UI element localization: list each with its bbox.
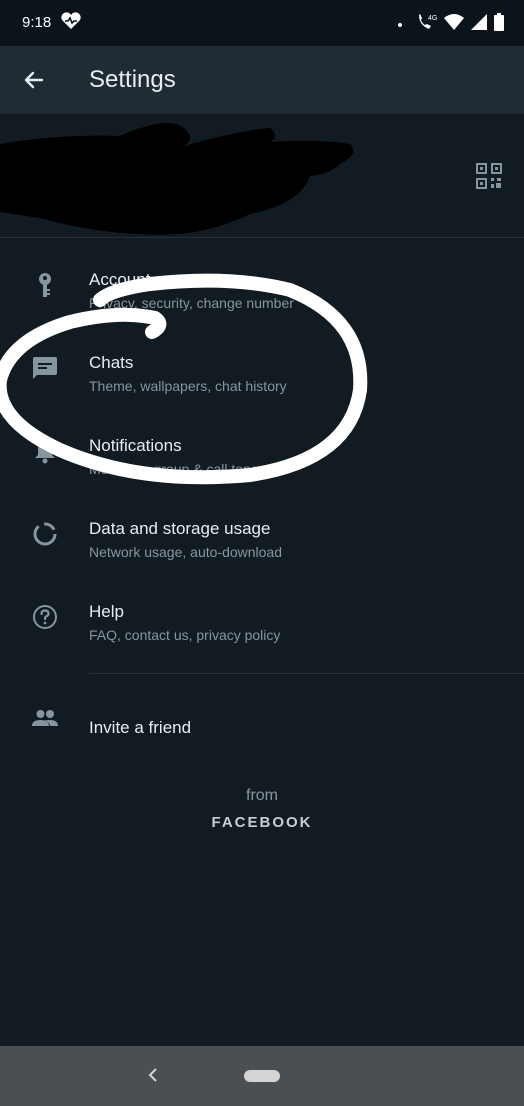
footer-brand-text: FACEBOOK bbox=[211, 814, 313, 831]
nav-back-icon[interactable] bbox=[146, 1064, 160, 1091]
key-icon bbox=[31, 271, 59, 299]
home-pill-button[interactable] bbox=[244, 1070, 280, 1082]
menu-item-label: Notifications bbox=[89, 436, 182, 455]
help-icon bbox=[31, 603, 59, 631]
back-arrow-icon[interactable] bbox=[22, 68, 46, 97]
profile-row[interactable] bbox=[0, 114, 524, 237]
menu-item-account[interactable]: Account Privacy, security, change number bbox=[0, 249, 524, 332]
status-bar: 9:18 4G bbox=[0, 0, 524, 46]
profile-divider bbox=[0, 237, 524, 238]
chat-icon bbox=[31, 354, 59, 382]
footer-from-text: from bbox=[246, 787, 278, 804]
menu-item-subtitle: Privacy, security, change number bbox=[89, 295, 294, 311]
notification-dot-icon bbox=[398, 22, 402, 27]
menu-item-notifications[interactable]: Notifications Message, group & call tone… bbox=[0, 415, 524, 498]
menu-item-label: Data and storage usage bbox=[89, 519, 271, 538]
call-4g-icon: 4G bbox=[416, 12, 438, 37]
menu-item-help[interactable]: Help FAQ, contact us, privacy policy bbox=[0, 581, 524, 664]
app-bar: Settings bbox=[0, 46, 524, 114]
heart-icon bbox=[60, 12, 82, 35]
status-time: 9:18 bbox=[22, 14, 52, 31]
menu-item-data-storage[interactable]: Data and storage usage Network usage, au… bbox=[0, 498, 524, 581]
bell-icon bbox=[31, 437, 59, 465]
people-icon bbox=[31, 706, 59, 734]
svg-text:4G: 4G bbox=[428, 15, 437, 22]
wifi-icon bbox=[444, 13, 464, 36]
page-title: Settings bbox=[89, 66, 176, 93]
invite-label: Invite a friend bbox=[89, 718, 192, 737]
signal-icon bbox=[470, 13, 488, 36]
menu-item-subtitle: FAQ, contact us, privacy policy bbox=[89, 627, 281, 643]
menu-item-subtitle: Network usage, auto-download bbox=[89, 544, 283, 560]
qr-code-icon[interactable] bbox=[476, 163, 502, 194]
storage-circle-icon bbox=[31, 520, 59, 548]
menu-item-label: Chats bbox=[89, 353, 134, 372]
menu-item-label: Account bbox=[89, 270, 151, 289]
battery-icon bbox=[494, 13, 504, 36]
menu-item-label: Help bbox=[89, 602, 124, 621]
menu-divider bbox=[89, 673, 524, 674]
menu-item-subtitle: Message, group & call tones bbox=[89, 461, 266, 477]
redaction-scribble bbox=[0, 122, 354, 235]
menu-item-subtitle: Theme, wallpapers, chat history bbox=[89, 378, 287, 394]
system-nav-bar bbox=[0, 1046, 524, 1106]
menu-item-invite-friend[interactable]: Invite a friend bbox=[0, 690, 524, 773]
menu-item-chats[interactable]: Chats Theme, wallpapers, chat history bbox=[0, 332, 524, 415]
